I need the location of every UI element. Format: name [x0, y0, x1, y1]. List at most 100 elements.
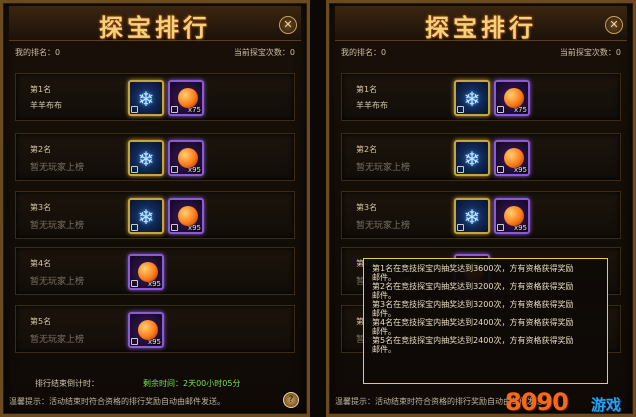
- countdown-label: 排行结束倒计时：: [35, 379, 99, 388]
- current-count-label: 当前探宝次数：0: [233, 48, 295, 57]
- lock-icon: [171, 224, 178, 231]
- reward-tooltip: 第1名在竞技探宝内抽奖达到3600次，方有资格获得奖励 邮件。 第2名在竞技探宝内抽…: [363, 258, 608, 384]
- tooltip-line: 第5名在竞技探宝内抽奖达到2400次，方有资格获得奖励: [372, 336, 574, 345]
- lock-icon: [497, 166, 504, 173]
- player-name: 暂无玩家上榜: [30, 163, 85, 173]
- lock-icon: [457, 224, 464, 231]
- player-name: 暂无玩家上榜: [356, 221, 411, 231]
- title-bar: 探宝排行 ✕: [9, 6, 301, 42]
- rank-row: 第2名暂无玩家上榜 ❄ x95: [15, 133, 295, 181]
- player-name: 羊羊布布: [30, 101, 62, 110]
- player-name: 暂无玩家上榜: [30, 221, 85, 231]
- reward-item-slot[interactable]: x95: [128, 312, 164, 348]
- my-rank-label: 我的排名：0: [15, 48, 61, 57]
- rank-row: 第1名羊羊布布 ❄ x75: [341, 73, 621, 121]
- tip-text: 温馨提示：活动结束时符合资格的排行奖励自动由邮件发送。: [9, 397, 225, 406]
- item-quantity: x95: [147, 280, 161, 288]
- lock-icon: [131, 224, 138, 231]
- rank-row: 第1名 羊羊布布 ❄ x75: [15, 73, 295, 121]
- current-count-label: 当前探宝次数：0: [559, 48, 621, 57]
- ranking-panel-left: 探宝排行 ✕ 我的排名：0 当前探宝次数：0 第1名 羊羊布布 ❄ x75 第2名 暂无玩…: [0, 0, 310, 417]
- tooltip-line: 邮件。: [372, 309, 396, 318]
- site-watermark: 8090 游戏: [505, 388, 633, 417]
- reward-item-slot[interactable]: x95: [168, 198, 204, 234]
- reward-item-slot[interactable]: x95: [128, 254, 164, 290]
- reward-item-slot[interactable]: ❄: [454, 140, 490, 176]
- rank-label: 第3名: [356, 203, 378, 212]
- rank-row: 第2名暂无玩家上榜 ❄ x95: [341, 133, 621, 181]
- item-quantity: x95: [187, 166, 201, 174]
- item-quantity: x75: [187, 106, 201, 114]
- rank-row: 第3名暂无玩家上榜 ❄ x95: [15, 191, 295, 239]
- reward-item-slot[interactable]: x95: [494, 140, 530, 176]
- close-button[interactable]: ✕: [279, 16, 297, 34]
- tooltip-line: 第2名在竞技探宝内抽奖达到3200次，方有资格获得奖励: [372, 282, 574, 291]
- top-info: 我的排名：0 当前探宝次数：0: [15, 47, 295, 61]
- reward-item-slot[interactable]: x75: [494, 80, 530, 116]
- lock-icon: [497, 106, 504, 113]
- rank-label: 第4名: [30, 259, 52, 268]
- help-button[interactable]: ?: [283, 392, 299, 408]
- lock-icon: [497, 224, 504, 231]
- reward-item-slot[interactable]: x95: [168, 140, 204, 176]
- close-button[interactable]: ✕: [605, 16, 623, 34]
- rank-label: 第2名: [356, 145, 378, 154]
- orb-icon: [138, 262, 158, 282]
- watermark-number: 8090: [505, 388, 569, 416]
- countdown-value: 剩余时间：2天00小时05分: [143, 379, 241, 388]
- rank-row: 第5名暂无玩家上榜 x95: [15, 305, 295, 353]
- reward-item-slot[interactable]: x75: [168, 80, 204, 116]
- rank-label: 第3名: [30, 203, 52, 212]
- help-icon: ?: [288, 395, 294, 405]
- tooltip-line: 第4名在竞技探宝内抽奖达到2400次，方有资格获得奖励: [372, 318, 574, 327]
- rank-label: 第1名: [356, 85, 378, 94]
- lock-icon: [171, 166, 178, 173]
- player-name: 暂无玩家上榜: [356, 163, 411, 173]
- tooltip-line: 第1名在竞技探宝内抽奖达到3600次，方有资格获得奖励: [372, 264, 574, 273]
- rank-row: 第3名暂无玩家上榜 ❄ x95: [341, 191, 621, 239]
- orb-icon: [178, 148, 198, 168]
- orb-icon: [504, 148, 524, 168]
- orb-icon: [178, 88, 198, 108]
- rank-row: 第4名暂无玩家上榜 x95: [15, 247, 295, 295]
- lock-icon: [131, 280, 138, 287]
- lock-icon: [457, 106, 464, 113]
- close-icon: ✕: [609, 18, 619, 31]
- tooltip-line: 邮件。: [372, 345, 396, 354]
- top-info: 我的排名：0 当前探宝次数：0: [341, 47, 621, 61]
- reward-item-slot[interactable]: ❄: [128, 80, 164, 116]
- my-rank-label: 我的排名：0: [341, 48, 387, 57]
- player-name: 羊羊布布: [356, 101, 388, 110]
- reward-item-slot[interactable]: ❄: [454, 80, 490, 116]
- lock-icon: [131, 106, 138, 113]
- panel-title: 探宝排行: [99, 13, 211, 42]
- item-quantity: x95: [147, 338, 161, 346]
- app-root: 探宝排行 ✕ 我的排名：0 当前探宝次数：0 第1名羊羊布布 ❄ x75 第2名暂无玩…: [0, 0, 636, 417]
- rank-label: 第5名: [30, 317, 52, 326]
- tooltip-line: 邮件。: [372, 327, 396, 336]
- player-name: 暂无玩家上榜: [30, 277, 85, 287]
- orb-icon: [504, 88, 524, 108]
- reward-item-slot[interactable]: ❄: [454, 198, 490, 234]
- watermark-text: 游戏: [591, 396, 622, 414]
- rank-label: 第2名: [30, 145, 52, 154]
- lock-icon: [457, 166, 464, 173]
- reward-item-slot[interactable]: ❄: [128, 140, 164, 176]
- lock-icon: [131, 166, 138, 173]
- tooltip-line: 邮件。: [372, 291, 396, 300]
- title-bar: 探宝排行 ✕: [335, 6, 627, 42]
- lock-icon: [131, 338, 138, 345]
- reward-item-slot[interactable]: ❄: [128, 198, 164, 234]
- tooltip-line: 邮件。: [372, 273, 396, 282]
- item-quantity: x95: [513, 224, 527, 232]
- item-quantity: x75: [513, 106, 527, 114]
- orb-icon: [178, 206, 198, 226]
- reward-item-slot[interactable]: x95: [494, 198, 530, 234]
- item-quantity: x95: [513, 166, 527, 174]
- player-name: 暂无玩家上榜: [30, 335, 85, 345]
- orb-icon: [504, 206, 524, 226]
- close-icon: ✕: [283, 18, 293, 31]
- item-quantity: x95: [187, 224, 201, 232]
- tooltip-line: 第3名在竞技探宝内抽奖达到3200次，方有资格获得奖励: [372, 300, 574, 309]
- orb-icon: [138, 320, 158, 340]
